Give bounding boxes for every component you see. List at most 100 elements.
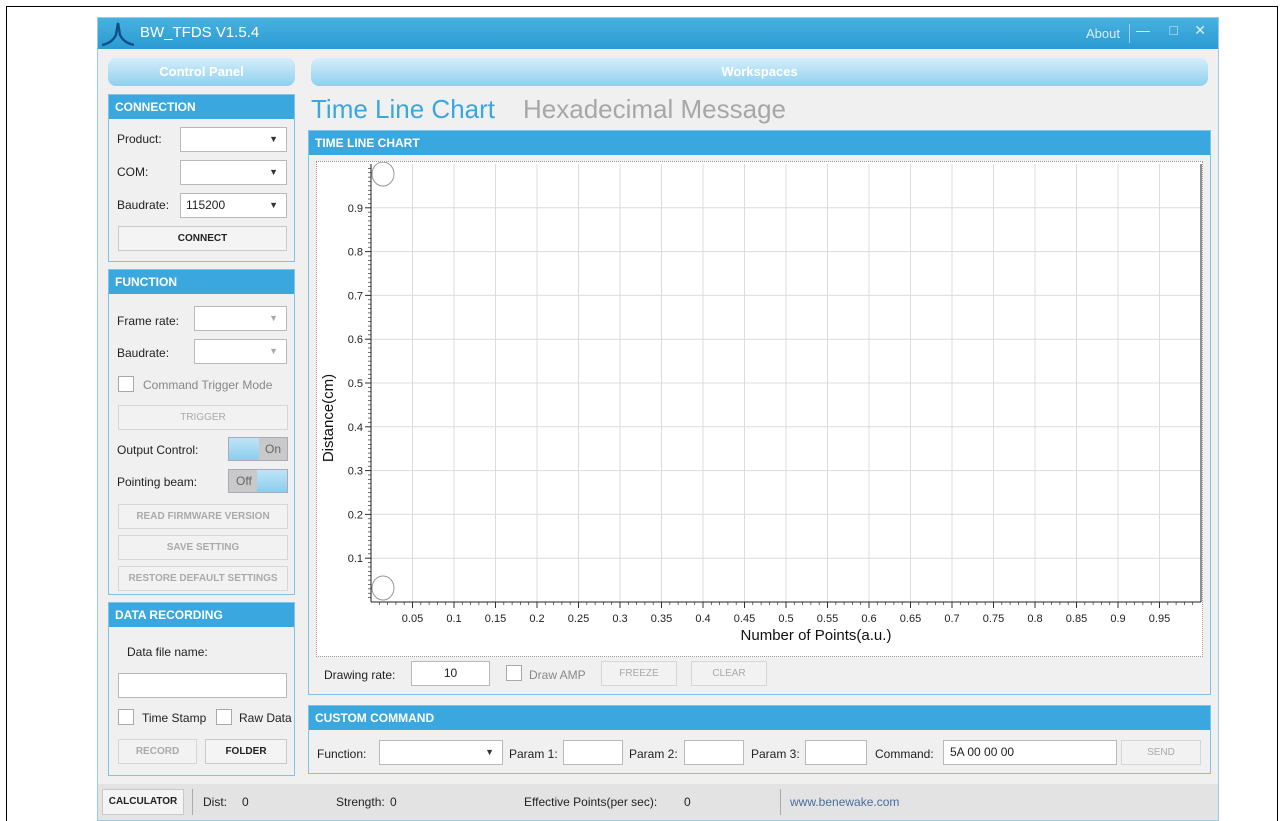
- chevron-down-icon: ▼: [269, 200, 278, 210]
- x-tick-label: 0.4: [695, 613, 710, 625]
- y-tick-label: 0.3: [348, 466, 363, 478]
- pointing-beam-toggle[interactable]: Off: [228, 469, 288, 493]
- send-button[interactable]: SEND: [1121, 740, 1201, 765]
- x-tick-label: 0.2: [529, 613, 544, 625]
- param3-label: Param 3:: [751, 747, 800, 761]
- x-tick-label: 0.8: [1027, 613, 1042, 625]
- app-title: BW_TFDS V1.5.4: [140, 24, 260, 41]
- y-tick-label: 0.8: [348, 247, 363, 259]
- x-tick-label: 0.65: [900, 613, 921, 625]
- frame-rate-select[interactable]: ▼: [194, 306, 287, 331]
- drawing-rate-label: Drawing rate:: [324, 668, 396, 682]
- pointing-beam-label: Pointing beam:: [117, 475, 198, 489]
- command-label: Command:: [875, 747, 934, 761]
- clear-button[interactable]: CLEAR: [691, 661, 767, 686]
- y-tick-label: 0.1: [348, 553, 363, 565]
- baudrate-value: 115200: [186, 198, 226, 212]
- product-select[interactable]: ▼: [180, 127, 287, 152]
- x-tick-label: 0.85: [1066, 613, 1087, 625]
- y-axis-title: Distance(cm): [320, 374, 337, 462]
- draw-amp-label: Draw AMP: [529, 668, 586, 682]
- toggle-knob: [229, 438, 259, 460]
- save-setting-button[interactable]: SAVE SETTING: [118, 535, 288, 560]
- custom-command-group: CUSTOM COMMAND Function: ▼ Param 1: Para…: [308, 705, 1211, 774]
- time-line-chart[interactable]: 0.05 0.1 0.15 0.2 0.25 0.3 0.35 0.4 0.45 0.5 0.55 0…: [317, 162, 1202, 656]
- website-link[interactable]: www.benewake.com: [790, 795, 899, 809]
- status-divider: [192, 789, 193, 815]
- drawing-rate-input[interactable]: 10: [411, 661, 490, 686]
- x-tick-label: 0.6: [861, 613, 876, 625]
- record-button[interactable]: RECORD: [118, 739, 197, 764]
- output-control-label: Output Control:: [117, 443, 199, 457]
- data-file-name-input[interactable]: [118, 673, 287, 698]
- title-bar[interactable]: BW_TFDS V1.5.4 About — □ ✕: [98, 18, 1218, 49]
- title-separator: [1129, 24, 1130, 43]
- x-tick-label: 0.5: [778, 613, 793, 625]
- zoom-handle-top: [371, 162, 395, 187]
- function-label: Function:: [317, 747, 367, 761]
- freeze-button[interactable]: FREEZE: [601, 661, 677, 686]
- command-input[interactable]: 5A 00 00 00: [943, 740, 1117, 765]
- strength-label: Strength:: [336, 795, 385, 809]
- tab-time-line-chart[interactable]: Time Line Chart: [311, 94, 495, 125]
- function-group: FUNCTION Frame rate: ▼ Baudrate: ▼ Comma…: [108, 269, 295, 595]
- x-tick-label: 0.35: [651, 613, 672, 625]
- chart-area[interactable]: 0.05 0.1 0.15 0.2 0.25 0.3 0.35 0.4 0.45 0.5 0.55 0…: [316, 161, 1203, 657]
- output-control-state: On: [265, 442, 282, 456]
- y-tick-label: 0.4: [348, 422, 363, 434]
- tab-hexadecimal-message[interactable]: Hexadecimal Message: [523, 94, 786, 125]
- connection-group: CONNECTION Product: ▼ COM: ▼ Baudrate: 1…: [108, 94, 295, 262]
- x-tick-label: 0.3: [612, 613, 627, 625]
- param3-input[interactable]: [805, 740, 867, 765]
- x-tick-label: 0.55: [817, 613, 838, 625]
- function-select[interactable]: ▼: [379, 740, 503, 765]
- close-icon[interactable]: ✕: [1194, 22, 1206, 39]
- about-link[interactable]: About: [1086, 26, 1120, 41]
- output-control-toggle[interactable]: On: [228, 437, 288, 461]
- app-window: BW_TFDS V1.5.4 About — □ ✕ Control Panel…: [97, 17, 1219, 821]
- param2-input[interactable]: [684, 740, 744, 765]
- pointing-beam-state: Off: [236, 474, 252, 488]
- calculator-button[interactable]: CALCULATOR: [102, 789, 184, 815]
- chevron-down-icon: ▼: [269, 313, 278, 323]
- param2-label: Param 2:: [629, 747, 678, 761]
- read-firmware-button[interactable]: READ FIRMWARE VERSION: [118, 504, 288, 529]
- trigger-button[interactable]: TRIGGER: [118, 405, 288, 430]
- strength-value: 0: [390, 795, 397, 809]
- baudrate-select[interactable]: 115200 ▼: [180, 193, 287, 218]
- workspaces-title: Workspaces: [311, 58, 1208, 86]
- x-axis-title: Number of Points(a.u.): [741, 627, 892, 644]
- folder-button[interactable]: FOLDER: [205, 739, 287, 764]
- time-stamp-label: Time Stamp: [142, 711, 207, 725]
- com-label: COM:: [117, 165, 149, 179]
- x-tick-label: 0.7: [944, 613, 959, 625]
- product-label: Product:: [117, 132, 162, 146]
- restore-default-button[interactable]: RESTORE DEFAULT SETTINGS: [118, 566, 288, 591]
- time-line-chart-header: TIME LINE CHART: [309, 131, 1210, 155]
- data-recording-group: DATA RECORDING Data file name: Time Stam…: [108, 602, 295, 776]
- control-panel-title: Control Panel: [108, 58, 295, 86]
- param1-label: Param 1:: [509, 747, 558, 761]
- dist-value: 0: [242, 795, 249, 809]
- y-tick-label: 0.7: [348, 290, 363, 302]
- command-trigger-label: Command Trigger Mode: [143, 378, 273, 392]
- time-line-chart-group: TIME LINE CHART 0.05 0.1 0.15 0.2 0.25 0.3 0.3…: [308, 130, 1211, 695]
- chevron-down-icon: ▼: [269, 346, 278, 356]
- x-tick-label: 0.15: [485, 613, 506, 625]
- x-tick-label: 0.75: [983, 613, 1004, 625]
- y-tick-label: 0.5: [348, 378, 363, 390]
- connect-button[interactable]: CONNECT: [118, 226, 287, 251]
- draw-amp-checkbox[interactable]: [506, 665, 522, 681]
- raw-data-checkbox[interactable]: [216, 709, 232, 725]
- function-baudrate-select[interactable]: ▼: [194, 339, 287, 364]
- minimize-icon[interactable]: —: [1136, 22, 1150, 38]
- maximize-icon[interactable]: □: [1170, 22, 1178, 38]
- data-file-name-label: Data file name:: [127, 645, 208, 659]
- command-trigger-checkbox[interactable]: [118, 376, 134, 392]
- com-select[interactable]: ▼: [180, 160, 287, 185]
- status-divider: [780, 789, 781, 815]
- custom-command-header: CUSTOM COMMAND: [309, 706, 1210, 730]
- time-stamp-checkbox[interactable]: [118, 709, 134, 725]
- param1-input[interactable]: [563, 740, 623, 765]
- connection-header: CONNECTION: [109, 95, 294, 119]
